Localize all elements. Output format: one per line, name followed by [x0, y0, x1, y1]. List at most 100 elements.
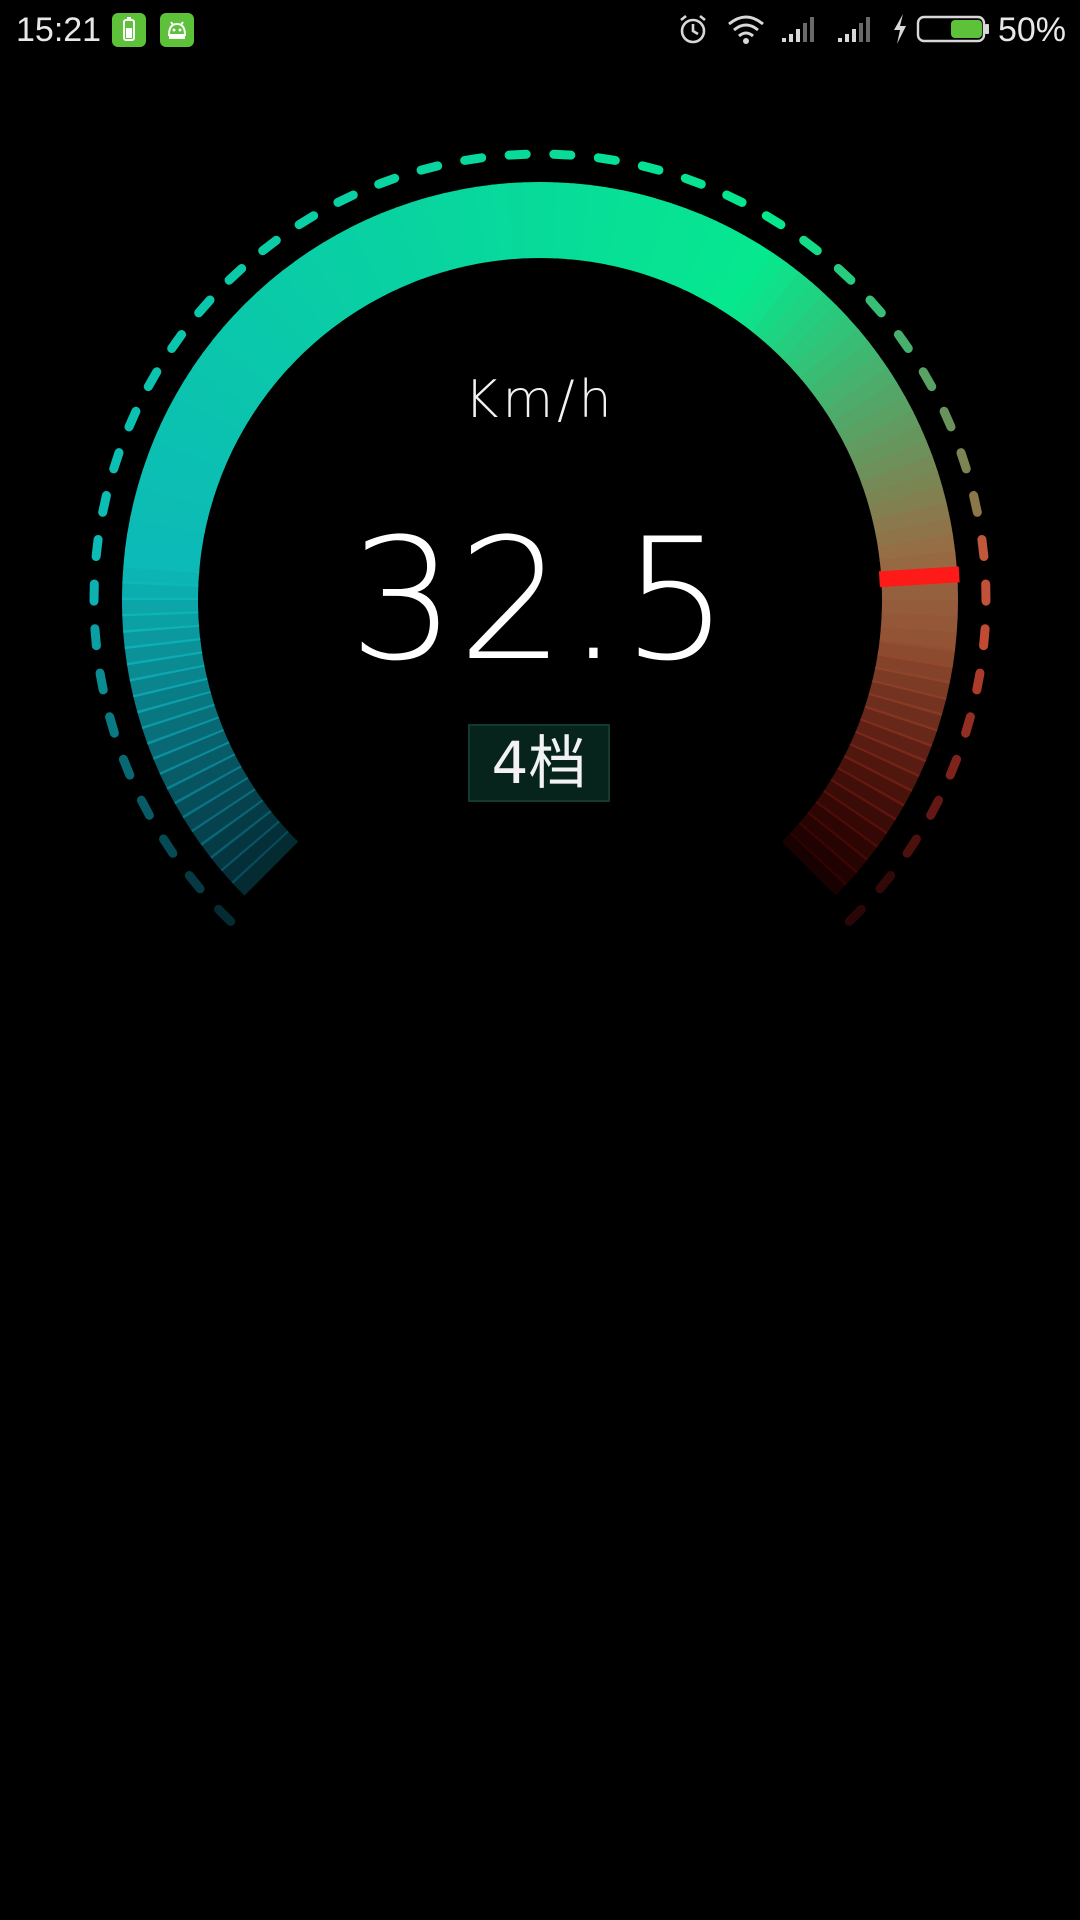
- speed-arc-segment: [159, 741, 236, 790]
- speed-arc-segment: [133, 677, 211, 714]
- signal-icon: [780, 12, 820, 50]
- speed-arc-segment: [210, 810, 281, 872]
- speed-arc-segment: [294, 251, 352, 324]
- speed-arc-segment: [191, 788, 264, 846]
- tick-mark: [977, 535, 989, 561]
- tick-mark: [761, 211, 786, 230]
- speed-arc-segment: [849, 730, 927, 778]
- speed-arc-segment: [147, 437, 225, 482]
- speed-arc-segment: [869, 486, 947, 523]
- tick-mark: [972, 668, 985, 695]
- speed-unit-label: Km/h: [464, 370, 616, 430]
- speed-arc-segment: [632, 197, 672, 276]
- speed-arc-segment: [395, 201, 437, 280]
- speed-arc-segment: [281, 260, 341, 332]
- speed-arc-segment: [729, 252, 788, 325]
- speed-arc-segment: [182, 776, 256, 833]
- speed-arc-segment: [694, 227, 747, 303]
- speed-arc-segment: [410, 197, 450, 275]
- speed-arc-segment: [855, 718, 933, 763]
- speed-arc-segment: [619, 193, 656, 272]
- speed-arc-segment: [211, 326, 282, 389]
- speed-arc-segment: [645, 202, 688, 280]
- speed-arc-segment: [789, 821, 858, 886]
- speed-arc-segment: [670, 213, 718, 291]
- battery-icon: [916, 12, 992, 50]
- speed-arc-segment: [816, 354, 889, 412]
- status-time: 15:21: [16, 11, 102, 49]
- tick-mark: [460, 153, 487, 165]
- speed-arc-segment: [740, 261, 801, 333]
- speed-arc-segment: [761, 282, 826, 351]
- speed-arc-segment: [772, 292, 838, 360]
- tick-mark: [416, 161, 443, 175]
- speed-arc-segment: [220, 820, 289, 884]
- speed-marker: [878, 566, 960, 588]
- speed-arc-segment: [658, 207, 703, 285]
- speed-arc-segment: [307, 242, 364, 316]
- speed-arc-segment: [232, 302, 300, 368]
- speed-arc-segment: [380, 206, 424, 285]
- speed-arc-segment: [122, 611, 200, 633]
- tick-mark: [833, 264, 856, 285]
- speed-arc-segment: [130, 500, 208, 534]
- tick-mark: [374, 173, 400, 189]
- tick-mark: [956, 448, 971, 474]
- speed-arc-segment: [875, 518, 954, 549]
- speed-arc-segment: [860, 455, 939, 497]
- speedometer: Km/h 32.5 4档: [0, 60, 1080, 960]
- speed-arc-segment: [123, 548, 201, 574]
- tick-mark: [680, 173, 706, 189]
- tick-mark: [224, 264, 247, 285]
- speed-arc-segment: [152, 728, 230, 775]
- speed-arc-segment: [200, 799, 272, 859]
- tick-mark: [504, 149, 531, 160]
- speed-arc-segment: [133, 484, 212, 521]
- tick-mark: [95, 668, 108, 695]
- speed-arc-segment: [808, 341, 880, 401]
- tick-mark: [593, 153, 620, 165]
- speed-arc-segment: [580, 184, 608, 263]
- speed-arc-segment: [192, 352, 265, 411]
- speed-arc-segment: [350, 219, 399, 296]
- tick-mark: [637, 161, 664, 175]
- speed-arc-segment: [153, 422, 231, 470]
- tick-mark: [214, 904, 236, 926]
- tick-mark: [258, 235, 281, 256]
- speed-arc-segment: [707, 235, 761, 310]
- speed-arc-segment: [823, 778, 897, 835]
- speed-value: 32.5: [348, 502, 732, 698]
- tick-mark: [109, 448, 124, 474]
- tick-mark: [844, 904, 866, 926]
- speed-arc-segment: [124, 637, 203, 666]
- speed-arc-segment: [798, 811, 869, 874]
- tick-mark: [136, 795, 154, 820]
- speed-arc-segment: [122, 564, 200, 587]
- speed-arc-segment: [166, 753, 242, 805]
- speed-arc-segment: [877, 534, 956, 563]
- speed-arc-segment: [880, 613, 958, 636]
- speed-arc-segment: [683, 220, 732, 297]
- speed-arc-segment: [781, 832, 848, 896]
- status-bar: 15:21 50%: [0, 0, 1080, 60]
- speed-arc-segment: [872, 502, 951, 536]
- speed-arc-segment: [815, 789, 888, 848]
- speed-arc-segment: [824, 367, 898, 424]
- battery-app-icon: [112, 13, 146, 47]
- tick-mark: [875, 871, 896, 894]
- android-app-icon: [160, 13, 194, 47]
- speed-arc-segment: [490, 183, 516, 261]
- tick-mark: [184, 871, 205, 894]
- speed-arc-segment: [474, 184, 503, 263]
- speed-arc-segment: [146, 716, 225, 760]
- speed-arc-segment: [868, 679, 947, 716]
- speed-arc-segment: [781, 304, 849, 370]
- tick-mark: [902, 834, 921, 858]
- speed-arc-segment: [231, 830, 299, 896]
- speed-arc-segment: [175, 379, 250, 433]
- speed-arc-segment: [126, 651, 205, 682]
- speed-arc-segment: [860, 705, 938, 748]
- tick-mark: [91, 535, 103, 561]
- tick-mark: [799, 235, 822, 256]
- charging-icon: [890, 12, 910, 50]
